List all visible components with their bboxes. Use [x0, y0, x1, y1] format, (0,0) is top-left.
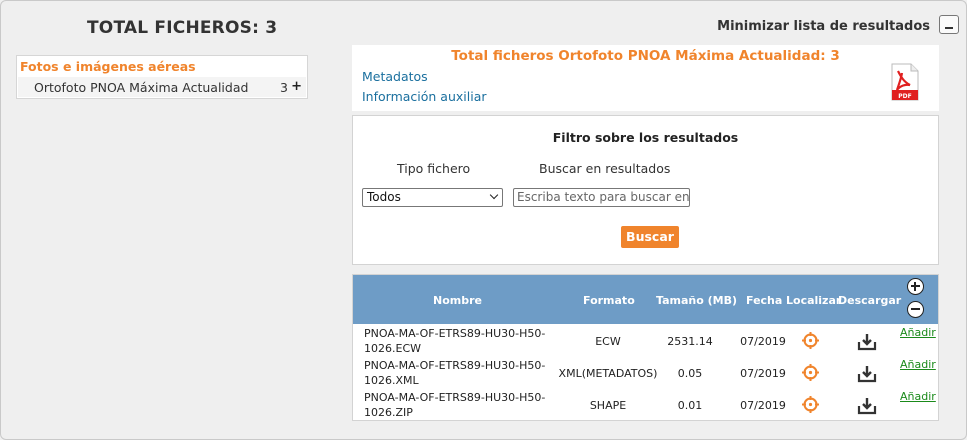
results-panel: TOTAL FICHEROS: 3 Minimizar lista de res… — [0, 0, 967, 440]
file-name: PNOA-MA-OF-ETRS89-HU30-H50-1026.ZIP — [364, 391, 546, 419]
collapse-all-button[interactable] — [907, 301, 924, 318]
filter-title: Filtro sobre los resultados — [552, 130, 739, 145]
column-header-date: Fecha — [746, 294, 783, 307]
pdf-file-icon[interactable]: PDF — [890, 63, 920, 101]
file-name: PNOA-MA-OF-ETRS89-HU30-H50-1026.XML — [364, 359, 546, 387]
search-input[interactable]: Escriba texto para buscar en — [513, 188, 690, 207]
file-date: 07/2019 — [740, 367, 786, 380]
locate-crosshair-icon[interactable] — [802, 332, 819, 349]
category-list: Fotos e imágenes aéreas Ortofoto PNOA Má… — [16, 55, 308, 99]
download-icon[interactable] — [857, 333, 877, 351]
table-row: PNOA-MA-OF-ETRS89-HU30-H50-1026.XML XML(… — [353, 357, 938, 389]
file-size: 0.01 — [677, 399, 703, 412]
expand-all-button[interactable] — [907, 278, 924, 295]
column-header-download: Descargar — [838, 294, 902, 307]
column-header-format: Formato — [583, 294, 635, 307]
table-row: PNOA-MA-OF-ETRS89-HU30-H50-1026.ZIP SHAP… — [353, 389, 938, 421]
total-files-title: TOTAL FICHEROS: 3 — [87, 18, 278, 38]
minimize-button[interactable] — [939, 15, 959, 34]
column-header-name: Nombre — [433, 294, 482, 307]
category-title: Fotos e imágenes aéreas — [20, 59, 196, 74]
download-icon[interactable] — [857, 397, 877, 415]
table-row: PNOA-MA-OF-ETRS89-HU30-H50-1026.ECW ECW … — [353, 325, 938, 357]
metadata-link[interactable]: Metadatos — [362, 69, 428, 84]
file-name: PNOA-MA-OF-ETRS89-HU30-H50-1026.ECW — [364, 327, 546, 355]
file-type-label: Tipo fichero — [397, 161, 471, 176]
table-header: Nombre Formato Tamaño (MB) Fecha Localiz… — [353, 275, 938, 324]
file-size: 2531.14 — [667, 335, 713, 348]
category-item[interactable]: Ortofoto PNOA Máxima Actualidad 3 + — [18, 77, 306, 97]
add-to-cart-link[interactable]: Añadir — [900, 390, 936, 403]
results-table: Nombre Formato Tamaño (MB) Fecha Localiz… — [352, 274, 939, 421]
file-type-selected: Todos — [367, 190, 401, 204]
summary-panel: Total ficheros Ortofoto PNOA Máxima Actu… — [352, 45, 939, 111]
chevron-down-icon — [489, 190, 499, 200]
auxiliary-info-link[interactable]: Información auxiliar — [362, 89, 487, 104]
locate-crosshair-icon[interactable] — [802, 396, 819, 413]
category-add-icon[interactable]: + — [291, 79, 302, 94]
minimize-results-label[interactable]: Minimizar lista de resultados — [717, 19, 930, 34]
file-date: 07/2019 — [740, 335, 786, 348]
pdf-label: PDF — [898, 93, 911, 100]
search-results-label: Buscar en resultados — [539, 161, 671, 176]
category-item-name[interactable]: Ortofoto PNOA Máxima Actualidad — [34, 80, 248, 95]
file-date: 07/2019 — [740, 399, 786, 412]
file-size: 0.05 — [677, 367, 703, 380]
category-item-count: 3 — [280, 80, 288, 95]
filter-panel: Filtro sobre los resultados Tipo fichero… — [352, 115, 939, 265]
file-type-select[interactable]: Todos — [362, 188, 503, 207]
file-format: ECW — [595, 335, 621, 348]
add-to-cart-link[interactable]: Añadir — [900, 326, 936, 339]
search-button[interactable]: Buscar — [621, 226, 679, 248]
file-format: XML(METADATOS) — [558, 367, 658, 380]
file-format: SHAPE — [589, 399, 627, 412]
column-header-size: Tamaño (MB) — [656, 294, 737, 307]
column-header-locate: Localizar — [786, 294, 842, 307]
download-icon[interactable] — [857, 365, 877, 383]
summary-title: Total ficheros Ortofoto PNOA Máxima Actu… — [451, 48, 840, 64]
add-to-cart-link[interactable]: Añadir — [900, 358, 936, 371]
locate-crosshair-icon[interactable] — [802, 364, 819, 381]
